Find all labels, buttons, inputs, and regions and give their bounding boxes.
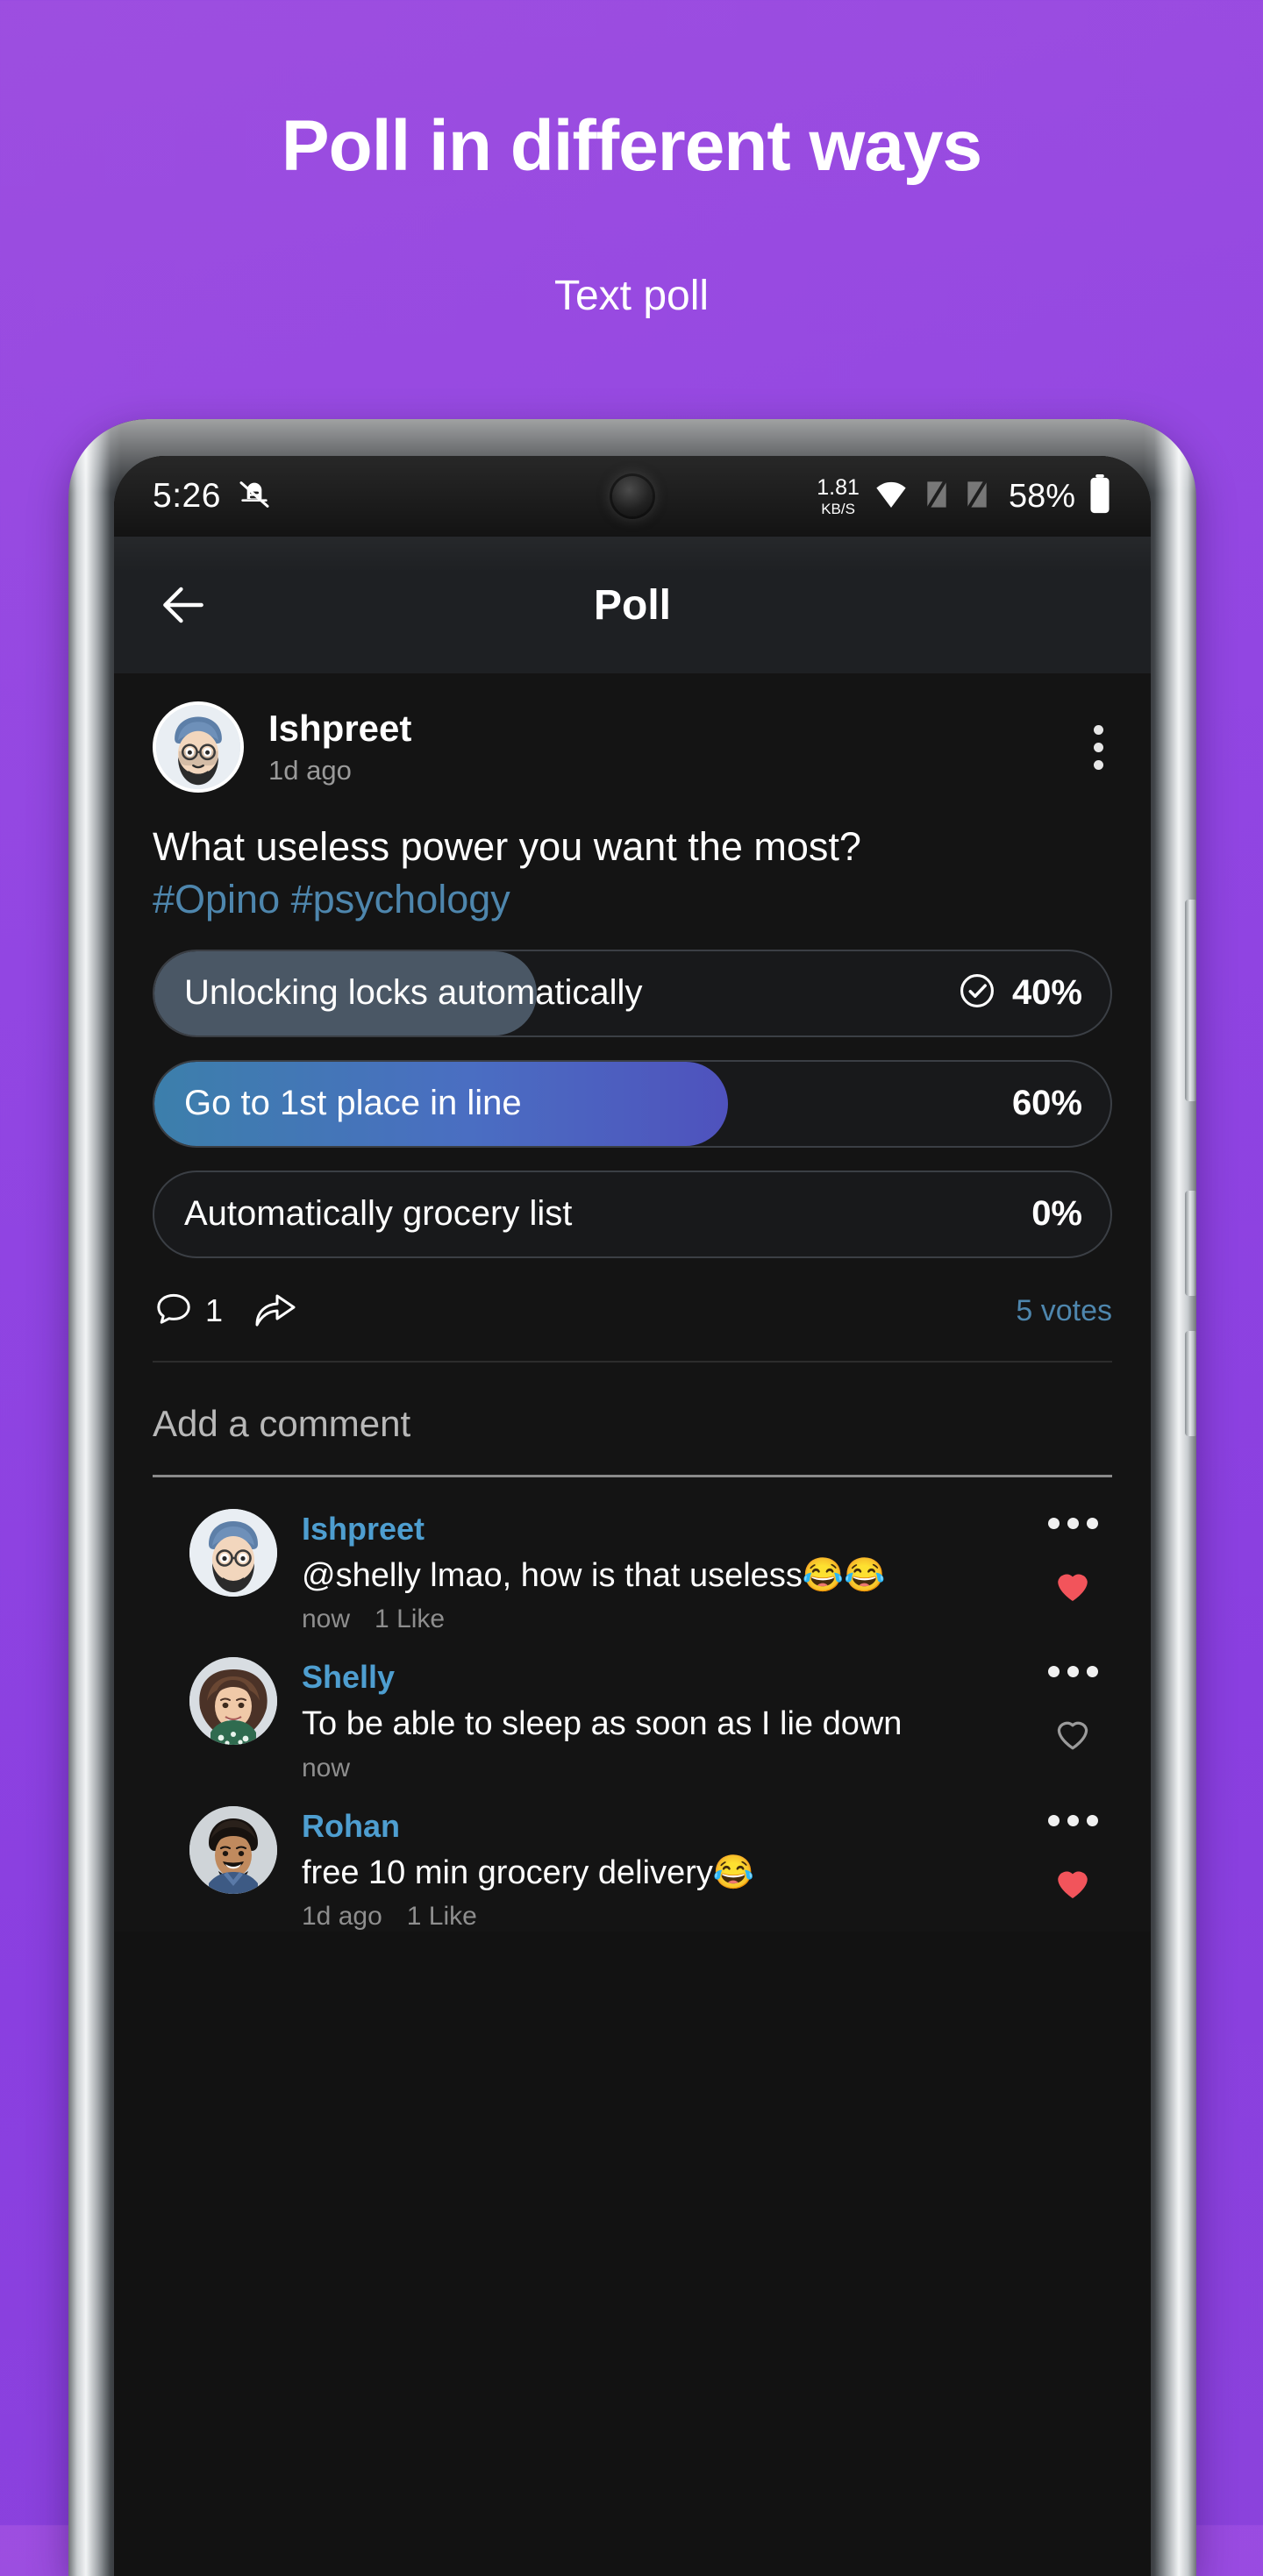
comment-author[interactable]: Ishpreet [302,1511,1019,1548]
status-bar: 5:26 1.81 KB/S 58% [114,456,1151,537]
promo-subtitle: Text poll [553,273,710,319]
comment-actions [1033,1806,1112,1908]
kebab-menu-icon[interactable] [1047,1810,1098,1861]
battery-percent: 58% [1008,477,1075,515]
kebab-menu-icon[interactable] [1047,1512,1098,1564]
post-header: Ishpreet 1d ago [114,673,1151,793]
comment-time: now [302,1605,351,1634]
comment-item: Ishpreet @shelly lmao, how is that usele… [153,1508,1112,1635]
battery-icon [1088,473,1112,519]
comment-item: Rohan free 10 min grocery delivery😂 1d a… [153,1805,1112,1932]
heart-filled-icon[interactable] [1050,1861,1095,1908]
comment-body: Ishpreet @shelly lmao, how is that usele… [302,1509,1019,1635]
poll-option-0[interactable]: Unlocking locks automatically 40% [153,949,1112,1037]
kebab-menu-icon[interactable] [1085,716,1112,779]
comment-body: Shelly To be able to sleep as soon as I … [302,1657,1019,1783]
poll-post: Ishpreet 1d ago What useless power you w… [114,673,1151,1932]
comment-item: Shelly To be able to sleep as soon as I … [153,1657,1112,1783]
poll-option-1-label: Go to 1st place in line [184,1084,522,1122]
poll-options-list: Unlocking locks automatically 40% Go to … [114,925,1151,1258]
app-bar: Poll [114,537,1151,673]
comment-text: @shelly lmao, how is that useless😂😂 [302,1556,886,1594]
post-actions-row: 1 5 votes [114,1258,1151,1361]
power-button[interactable] [1185,1191,1196,1296]
poll-option-0-percent: 40% [1011,973,1082,1012]
sim-no-signal-icon-2 [963,477,991,516]
comment-bubble-icon [153,1288,195,1334]
comment-count: 1 [205,1292,224,1328]
comment-likes[interactable]: 1 Like [375,1605,445,1634]
status-bar-left: 5:26 [153,477,272,516]
notification-silent-icon [237,477,272,516]
poll-option-2[interactable]: Automatically grocery list 0% [153,1170,1112,1258]
check-circle-icon [958,971,996,1014]
comment-author[interactable]: Rohan [302,1808,1019,1845]
add-comment-field[interactable]: Add a comment [114,1363,1151,1477]
post-author-block: Ishpreet 1d ago [268,708,411,786]
comment-likes[interactable]: 1 Like [407,1902,477,1932]
volume-rocker-button[interactable] [1185,900,1196,1101]
comment-actions [1033,1509,1112,1611]
poll-question: What useless power you want the most? [153,824,861,869]
page-title: Poll [593,581,671,629]
back-arrow-icon[interactable] [156,578,210,632]
poll-option-1-percent: 60% [1011,1084,1082,1122]
poll-option-2-right: 0% [1031,1194,1110,1234]
front-camera-punch-hole [612,476,653,516]
poll-option-2-percent: 0% [1031,1194,1082,1233]
poll-option-0-right: 40% [958,971,1110,1014]
comment-meta: 1d ago 1 Like [302,1902,1019,1932]
avatar-ishpreet[interactable] [189,1508,277,1597]
heart-filled-icon[interactable] [1050,1564,1095,1611]
comment-author[interactable]: Shelly [302,1659,1019,1696]
share-action[interactable] [251,1288,298,1334]
wifi-icon [872,477,910,516]
share-arrow-icon [251,1288,298,1334]
poll-option-1[interactable]: Go to 1st place in line 60% [153,1059,1112,1148]
heart-outline-icon[interactable] [1050,1712,1095,1759]
assistant-button[interactable] [1185,1331,1196,1436]
post-timestamp: 1d ago [268,755,352,786]
comment-action[interactable]: 1 [153,1288,223,1334]
comments-list: Ishpreet @shelly lmao, how is that usele… [114,1477,1151,1932]
avatar-shelly[interactable] [189,1657,277,1746]
avatar-ishpreet[interactable] [153,701,244,793]
phone-screen: 5:26 1.81 KB/S 58% Poll Ishpreet 1d ago … [114,456,1151,2576]
poll-hashtags[interactable]: #Opino #psychology [114,872,1151,924]
data-speed-indicator: 1.81 KB/S [817,474,860,517]
avatar-rohan[interactable] [189,1805,277,1894]
poll-option-1-right: 60% [1012,1084,1110,1123]
status-bar-right: 1.81 KB/S 58% [817,473,1112,519]
poll-option-2-label: Automatically grocery list [184,1194,573,1233]
status-time: 5:26 [153,477,221,515]
post-author-name[interactable]: Ishpreet [268,708,411,750]
comment-actions [1033,1657,1112,1759]
comment-time: 1d ago [302,1902,382,1932]
comment-text: free 10 min grocery delivery😂 [302,1854,755,1891]
comment-time: now [302,1753,351,1783]
data-speed-unit: KB/S [821,500,855,517]
comment-meta: now [302,1754,1019,1783]
promo-title: Poll in different ways [281,106,982,186]
comment-text: To be able to sleep as soon as I lie dow… [302,1705,903,1743]
total-votes-label[interactable]: 5 votes [1016,1294,1112,1328]
comment-body: Rohan free 10 min grocery delivery😂 1d a… [302,1806,1019,1932]
phone-device-frame: 5:26 1.81 KB/S 58% Poll Ishpreet 1d ago … [68,419,1196,2576]
sim-no-signal-icon-1 [923,477,951,516]
kebab-menu-icon[interactable] [1047,1661,1098,1712]
data-speed-value: 1.81 [817,474,860,500]
add-comment-placeholder: Add a comment [153,1402,411,1444]
comment-meta: now 1 Like [302,1605,1019,1634]
poll-option-0-label: Unlocking locks automatically [184,973,643,1012]
